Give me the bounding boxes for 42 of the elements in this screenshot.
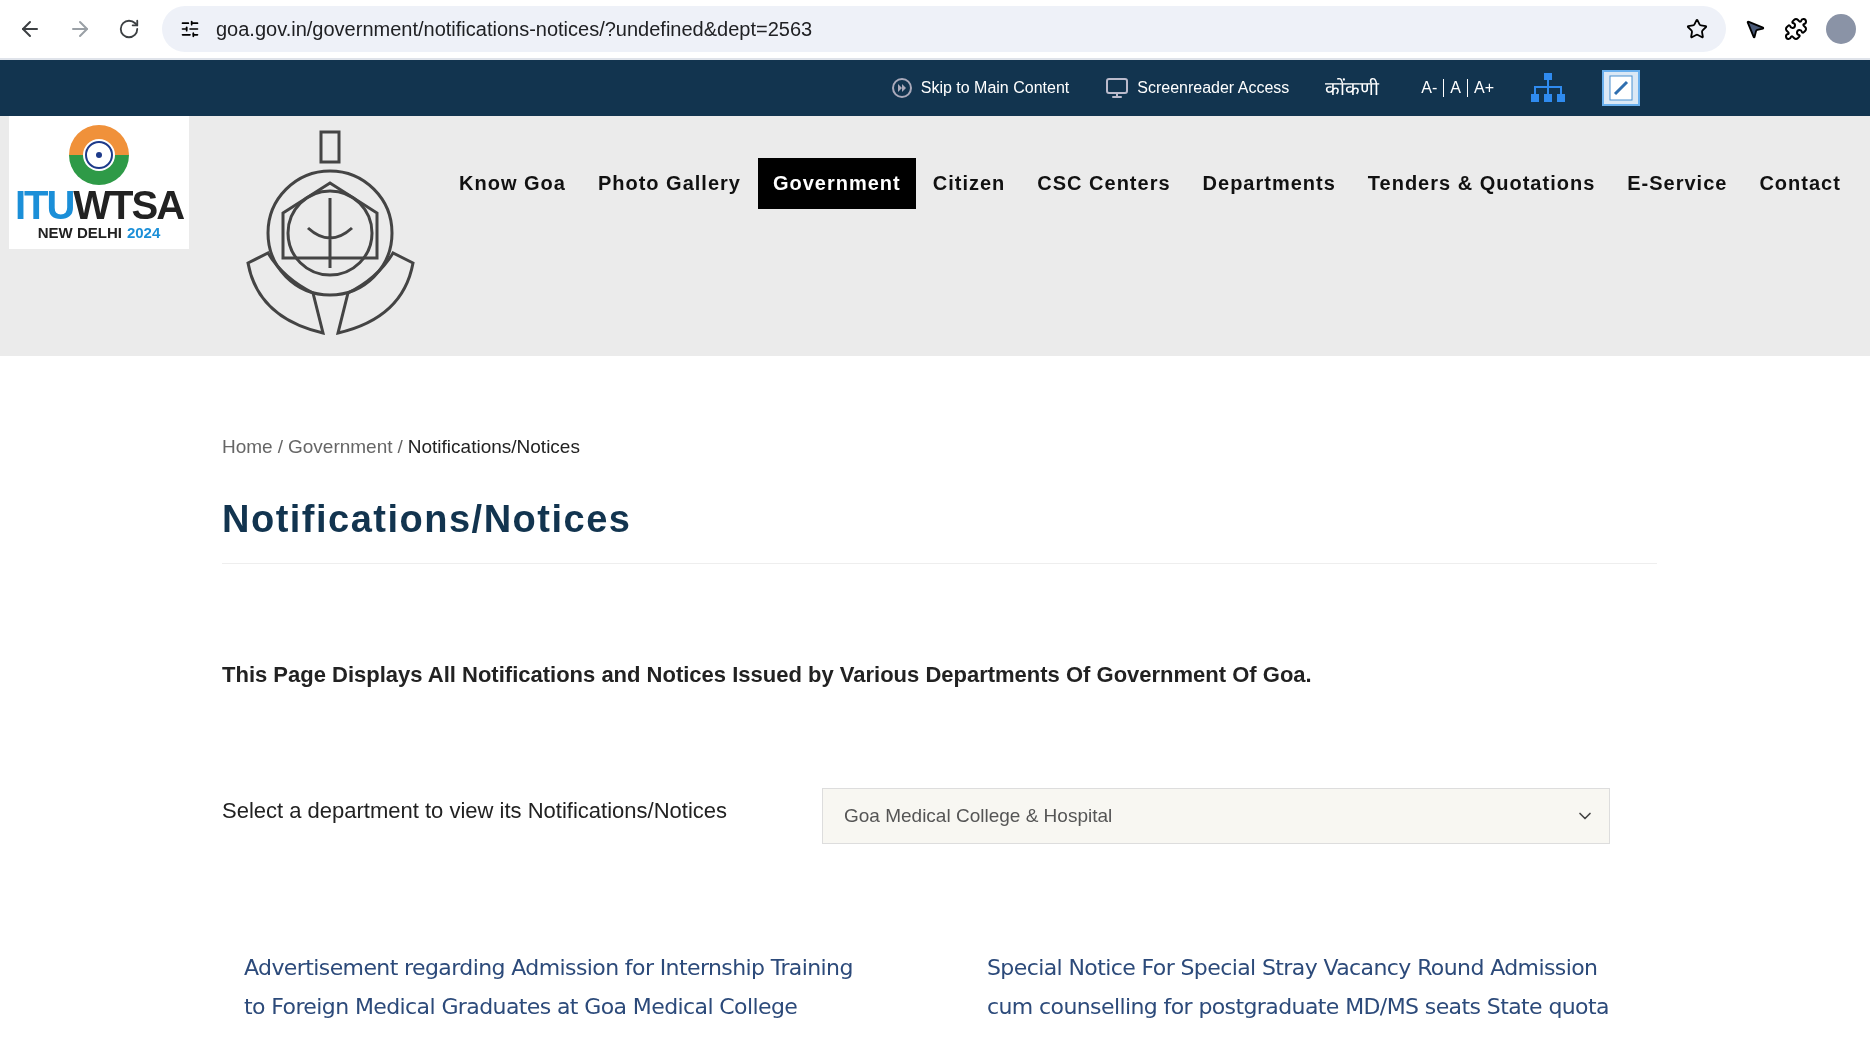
monitor-icon [1105,76,1130,100]
nav-link[interactable]: Citizen [917,158,1021,209]
font-size-link[interactable]: A- [1415,79,1438,97]
edit-icon[interactable] [1602,70,1640,106]
nav-link[interactable]: Know Goa [444,158,581,209]
font-size-link[interactable]: A+ [1467,79,1494,97]
nav-link[interactable]: CSC Centers [1022,158,1186,209]
url-text: goa.gov.in/government/notifications-notices/?undefined&dept=2563 [216,17,814,41]
extensions-icon[interactable] [1784,17,1808,41]
department-label: Select a department to view its Notifications/Notices [222,797,728,824]
address-bar[interactable]: goa.gov.in/government/notifications-notices/?undefined&dept=2563 [162,6,1726,52]
nav-link[interactable]: Departments [1187,158,1351,209]
nav-link[interactable]: Photo Gallery [582,158,756,209]
event-logo[interactable]: ITUWTSA NEW DELHI 2024 [9,116,189,249]
reload-icon [118,18,140,40]
sitemap-icon[interactable] [1530,73,1566,103]
notice-link[interactable]: Advertisement regarding Admission for Internship Training to Foreign Medical Graduates at Goa Medical College [244,948,987,1026]
breadcrumb-current-label: Notifications/Notices [407,436,580,458]
language-link[interactable]: कोंकणी [1325,75,1380,101]
screenreader-access-link[interactable]: Screenreader Access [1105,76,1290,100]
nav-link[interactable]: Tenders & Quotations [1352,158,1611,209]
bookmark-star-icon[interactable] [1686,18,1708,40]
nav-link[interactable]: Contact [1744,158,1856,209]
font-size-link[interactable]: A [1443,79,1461,97]
breadcrumb-separator: / [277,436,283,458]
site-settings-icon[interactable] [180,19,200,39]
breadcrumb-separator: / [397,436,403,458]
breadcrumb-link[interactable]: Government [287,436,393,458]
globe-wheel-icon [68,124,130,186]
profile-avatar[interactable] [1826,14,1856,44]
logo-tagline: NEW DELHI 2024 [37,224,161,241]
skip-icon [890,77,913,99]
nav-link[interactable]: Government [757,158,916,209]
cursor-icon[interactable] [1744,18,1766,40]
breadcrumb-link[interactable]: Home [222,436,273,458]
notice-link[interactable]: Special Notice For Special Stray Vacancy Round Admission cum counselling for postgraduate MD/MS seats State quota [987,948,1687,1026]
nav-link[interactable]: E-Service [1612,158,1743,209]
skip-to-main-link[interactable]: Skip to Main Content [890,77,1070,99]
intro-text: This Page Displays All Notifications and Notices Issued by Various Departments Of Government Of Goa. [222,662,1313,688]
page-title: Notifications/Notices [222,498,1657,564]
department-select[interactable]: Goa Medical College & Hospital [822,788,1610,844]
logo-wordmark: ITUWTSA [14,186,184,224]
